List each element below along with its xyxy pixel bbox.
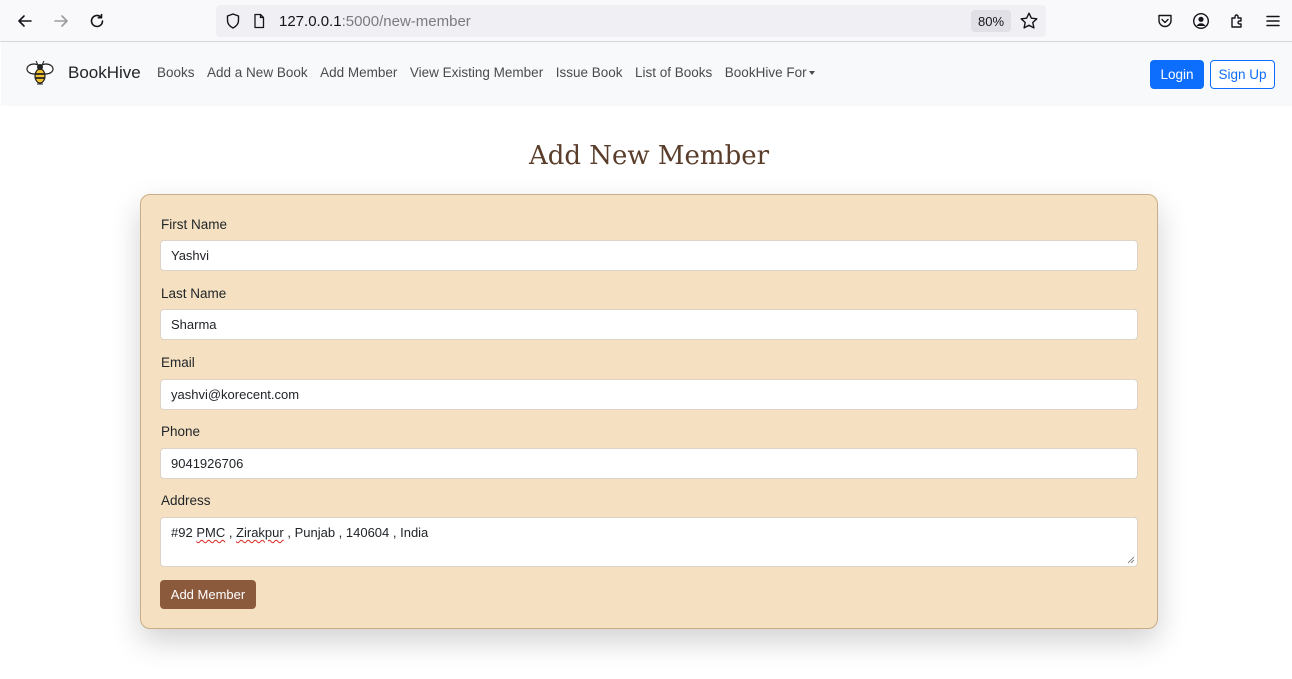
shield-icon[interactable] [224, 12, 242, 30]
nav-link-list-of-books[interactable]: List of Books [635, 65, 712, 80]
address-textarea[interactable]: #92 PMC , Zirakpur , Punjab , 140604 , I… [160, 517, 1138, 567]
bookmark-star-icon[interactable] [1019, 11, 1039, 31]
account-icon[interactable] [1191, 11, 1211, 31]
email-value: yashvi@korecent.com [171, 387, 300, 402]
nav-dropdown-bookhive-for[interactable]: BookHive For [725, 65, 815, 80]
address-value: #92 PMC , Zirakpur , Punjab , 140604 , I… [171, 525, 429, 540]
nav-link-view-existing-member[interactable]: View Existing Member [410, 65, 543, 80]
phone-value: 9041926706 [171, 456, 244, 471]
phone-input[interactable]: 9041926706 [160, 448, 1138, 479]
nav-links: Books Add a New Book Add Member View Exi… [157, 65, 827, 80]
nav-link-issue-book[interactable]: Issue Book [556, 65, 623, 80]
bee-logo-icon[interactable] [23, 56, 57, 90]
email-input[interactable]: yashvi@korecent.com [160, 379, 1138, 410]
last-name-input[interactable]: Sharma [160, 309, 1138, 340]
reload-icon[interactable] [84, 8, 110, 34]
nav-link-add-member[interactable]: Add Member [320, 65, 397, 80]
extensions-icon[interactable] [1227, 11, 1247, 31]
dropdown-label: BookHive For [724, 65, 807, 80]
app-navbar: BookHive Books Add a New Book Add Member… [1, 42, 1292, 106]
browser-toolbar: 127.0.0.1:5000/new-member 80% [0, 0, 1292, 42]
pocket-icon[interactable] [1155, 11, 1175, 31]
signup-button[interactable]: Sign Up [1210, 60, 1275, 89]
brand-name[interactable]: BookHive [68, 63, 141, 83]
page-title: Add New Member [528, 141, 770, 171]
nav-link-books[interactable]: Books [157, 65, 195, 80]
login-button[interactable]: Login [1150, 60, 1204, 89]
address-label: Address [161, 493, 211, 508]
back-icon[interactable] [12, 8, 38, 34]
add-member-form: First Name Yashvi Last Name Sharma Email… [140, 194, 1158, 629]
menu-icon[interactable] [1263, 11, 1283, 31]
page-info-icon[interactable] [251, 13, 267, 29]
last-name-value: Sharma [171, 317, 217, 332]
phone-label: Phone [161, 424, 201, 439]
first-name-label: First Name [161, 217, 228, 232]
first-name-value: Yashvi [171, 248, 210, 263]
zoom-level[interactable]: 80% [971, 10, 1011, 32]
url-text[interactable]: 127.0.0.1:5000/new-member [279, 13, 471, 30]
url-bar[interactable]: 127.0.0.1:5000/new-member 80% [216, 5, 1046, 37]
resize-grip-icon[interactable] [1126, 555, 1135, 564]
email-label: Email [161, 355, 195, 370]
first-name-input[interactable]: Yashvi [160, 240, 1138, 271]
last-name-label: Last Name [161, 286, 227, 301]
nav-link-add-new-book[interactable]: Add a New Book [207, 65, 308, 80]
caret-down-icon [808, 71, 815, 76]
forward-icon[interactable] [48, 8, 74, 34]
add-member-button[interactable]: Add Member [160, 580, 256, 609]
